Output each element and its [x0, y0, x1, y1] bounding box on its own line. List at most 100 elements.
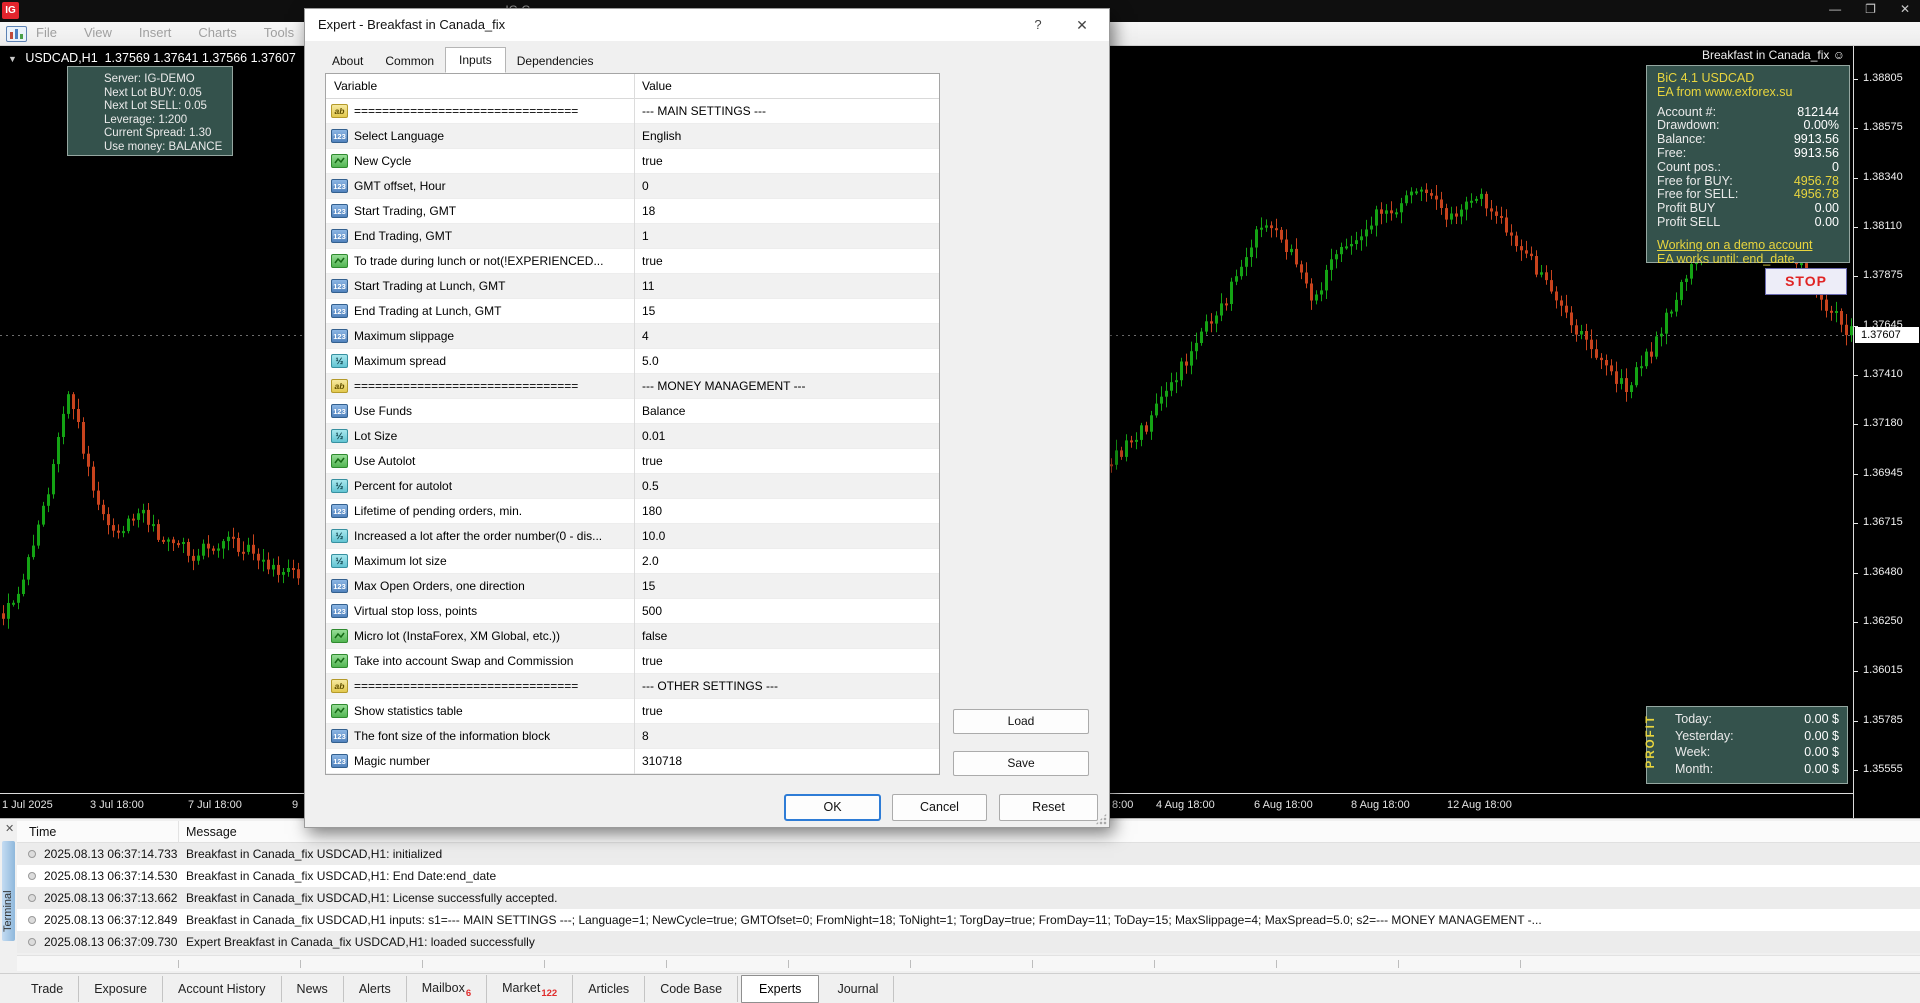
menu-view[interactable]: View [84, 25, 112, 40]
param-value: --- MONEY MANAGEMENT --- [642, 374, 806, 399]
terminal-tab-exposure[interactable]: Exposure [79, 976, 163, 1002]
tab-common[interactable]: Common [374, 51, 445, 72]
close-button[interactable]: ✕ [1900, 2, 1910, 16]
menu-charts[interactable]: Charts [198, 25, 236, 40]
terminal-tab-journal[interactable]: Journal [822, 976, 894, 1002]
load-button[interactable]: Load [953, 709, 1089, 734]
price-scale-label: 1.36480 [1854, 566, 1903, 578]
input-type-bool-icon [331, 454, 348, 468]
param-row[interactable]: To trade during lunch or not(!EXPERIENCE… [326, 249, 939, 274]
param-variable: Lifetime of pending orders, min. [354, 499, 630, 524]
param-row[interactable]: 123GMT offset, Hour0 [326, 174, 939, 199]
save-button[interactable]: Save [953, 751, 1089, 776]
input-type-text-icon: ab [331, 679, 348, 693]
log-time: 2025.08.13 06:37:14.733 [44, 843, 177, 865]
log-row[interactable]: 2025.08.13 06:37:12.849Breakfast in Cana… [17, 909, 1920, 931]
cancel-button[interactable]: Cancel [892, 794, 987, 821]
terminal-tab-news[interactable]: News [282, 976, 344, 1002]
tab-dependencies[interactable]: Dependencies [506, 51, 605, 72]
price-scale-label: 1.37180 [1854, 417, 1903, 429]
terminal-tab-code-base[interactable]: Code Base [645, 976, 738, 1002]
param-row[interactable]: ½Maximum spread5.0 [326, 349, 939, 374]
param-row[interactable]: ab================================--- MA… [326, 99, 939, 124]
price-scale-label: 1.37410 [1854, 368, 1903, 380]
param-row[interactable]: ½Increased a lot after the order number(… [326, 524, 939, 549]
price-scale-label: 1.37875 [1854, 269, 1903, 281]
param-variable: Select Language [354, 124, 630, 149]
param-row[interactable]: 123Virtual stop loss, points500 [326, 599, 939, 624]
param-value: 1 [642, 224, 649, 249]
server-info-line: Use money: BALANCE [104, 141, 228, 155]
horizontal-scrollbar[interactable] [17, 955, 1920, 971]
param-row[interactable]: 123End Trading at Lunch, GMT15 [326, 299, 939, 324]
terminal-tab-alerts[interactable]: Alerts [344, 976, 407, 1002]
param-row[interactable]: ab================================--- MO… [326, 374, 939, 399]
param-row[interactable]: 123Use FundsBalance [326, 399, 939, 424]
ok-button[interactable]: OK [784, 794, 881, 821]
info-value: 9913.56 [1794, 133, 1839, 147]
param-value: 0.01 [642, 424, 665, 449]
reset-button[interactable]: Reset [999, 794, 1098, 821]
symbol-ohlc-line: ▼ USDCAD,H1 1.37569 1.37641 1.37566 1.37… [8, 51, 296, 65]
param-row[interactable]: 123Lifetime of pending orders, min.180 [326, 499, 939, 524]
terminal-tab-experts[interactable]: Experts [741, 975, 819, 1003]
param-row[interactable]: 123Select LanguageEnglish [326, 124, 939, 149]
param-variable: ================================ [354, 99, 630, 124]
param-row[interactable]: 123Start Trading at Lunch, GMT11 [326, 274, 939, 299]
dialog-close-button[interactable]: ✕ [1065, 9, 1099, 41]
inputs-table-header: Variable Value [326, 74, 939, 99]
param-row[interactable]: ab================================--- OT… [326, 674, 939, 699]
param-value: true [642, 699, 663, 724]
chart-window-icon[interactable] [6, 26, 27, 42]
terminal-tab-trade[interactable]: Trade [16, 976, 79, 1002]
ohlc-values: 1.37569 1.37641 1.37566 1.37607 [105, 51, 296, 65]
stop-button[interactable]: STOP [1765, 268, 1847, 295]
param-row[interactable]: Show statistics tabletrue [326, 699, 939, 724]
param-row[interactable]: ½Percent for autolot0.5 [326, 474, 939, 499]
maximize-button[interactable]: ❐ [1865, 2, 1876, 16]
param-row[interactable]: 123Magic number310718 [326, 749, 939, 774]
param-row[interactable]: Take into account Swap and Commissiontru… [326, 649, 939, 674]
param-variable: Micro lot (InstaForex, XM Global, etc.)) [354, 624, 630, 649]
log-row[interactable]: 2025.08.13 06:37:13.662Breakfast in Cana… [17, 887, 1920, 909]
log-time: 2025.08.13 06:37:09.730 [44, 931, 177, 953]
input-type-text-icon: ab [331, 104, 348, 118]
param-variable: Start Trading, GMT [354, 199, 630, 224]
log-message: Breakfast in Canada_fix USDCAD,H1: Licen… [186, 887, 558, 909]
param-variable: Take into account Swap and Commission [354, 649, 630, 674]
profit-value: 0.00 $ [1804, 711, 1839, 728]
log-row[interactable]: 2025.08.13 06:37:14.733Breakfast in Cana… [17, 843, 1920, 865]
param-row[interactable]: Micro lot (InstaForex, XM Global, etc.))… [326, 624, 939, 649]
param-row[interactable]: ½Lot Size0.01 [326, 424, 939, 449]
terminal-close-button[interactable]: ✕ [5, 822, 14, 835]
terminal-tab-articles[interactable]: Articles [573, 976, 645, 1002]
param-variable: New Cycle [354, 149, 630, 174]
log-row[interactable]: 2025.08.13 06:37:14.530Breakfast in Cana… [17, 865, 1920, 887]
param-row[interactable]: 123Maximum slippage4 [326, 324, 939, 349]
minimize-button[interactable]: — [1829, 2, 1841, 16]
terminal-tab-market[interactable]: Market122 [487, 975, 573, 1003]
input-type-int-icon: 123 [331, 129, 348, 143]
terminal-tab-mailbox[interactable]: Mailbox6 [407, 975, 487, 1003]
tab-inputs[interactable]: Inputs [445, 47, 506, 73]
log-row[interactable]: 2025.08.13 06:37:09.730Expert Breakfast … [17, 931, 1920, 953]
menu-insert[interactable]: Insert [139, 25, 172, 40]
param-variable: ================================ [354, 374, 630, 399]
param-variable: Lot Size [354, 424, 630, 449]
param-row[interactable]: ½Maximum lot size2.0 [326, 549, 939, 574]
dialog-titlebar[interactable]: Expert - Breakfast in Canada_fix ? ✕ [305, 9, 1109, 41]
menu-tools[interactable]: Tools [264, 25, 294, 40]
param-row[interactable]: 123End Trading, GMT1 [326, 224, 939, 249]
param-row[interactable]: 123The font size of the information bloc… [326, 724, 939, 749]
value-column-header: Value [642, 74, 672, 98]
terminal-side-tab[interactable]: Terminal [0, 839, 17, 975]
param-row[interactable]: 123Start Trading, GMT18 [326, 199, 939, 224]
tab-about[interactable]: About [321, 51, 374, 72]
param-row[interactable]: 123Max Open Orders, one direction15 [326, 574, 939, 599]
terminal-tab-account-history[interactable]: Account History [163, 976, 282, 1002]
menu-file[interactable]: File [36, 25, 57, 40]
param-row[interactable]: New Cycletrue [326, 149, 939, 174]
param-row[interactable]: Use Autolottrue [326, 449, 939, 474]
info-footer-line: EA works until: end_date [1657, 253, 1839, 267]
dialog-help-button[interactable]: ? [1021, 9, 1055, 41]
